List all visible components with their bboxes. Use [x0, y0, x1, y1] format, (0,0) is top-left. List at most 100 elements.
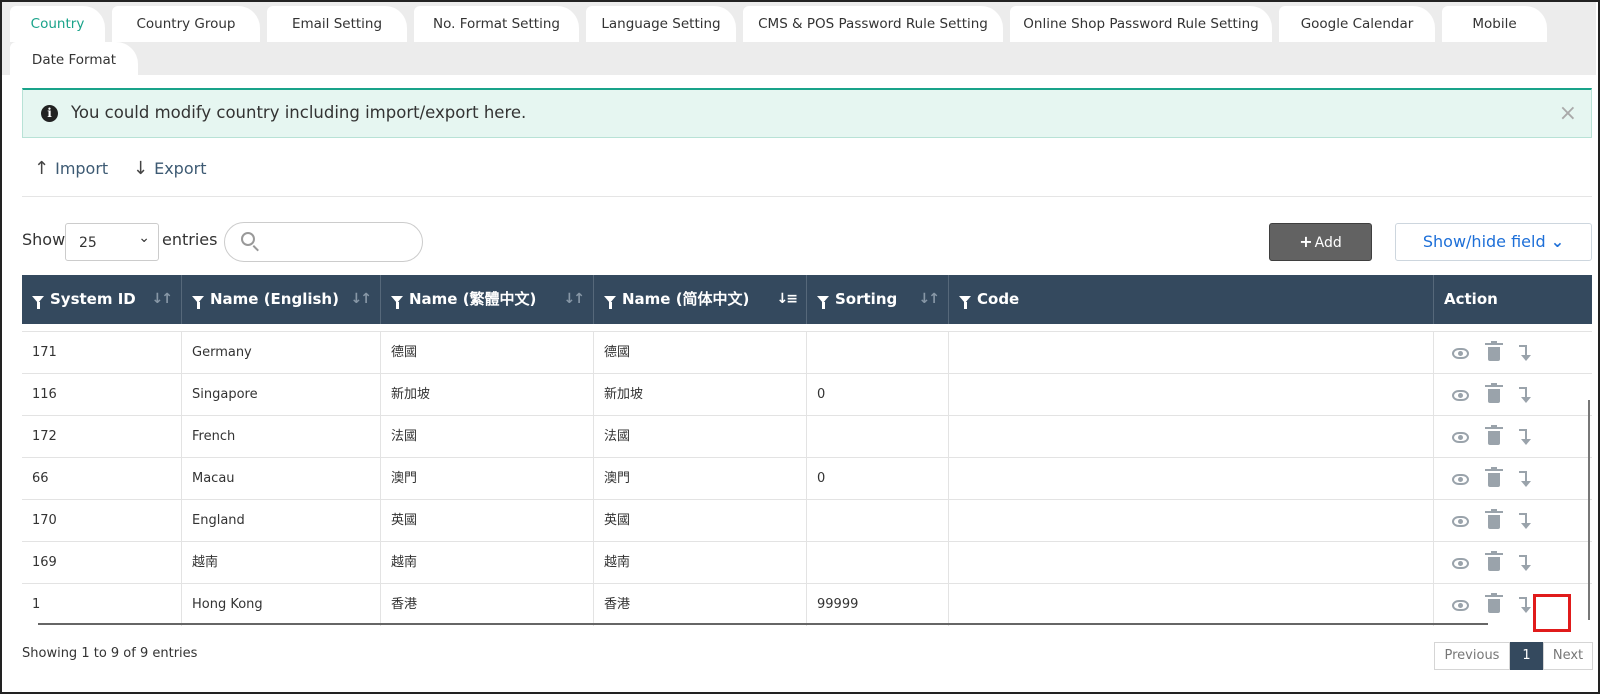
cell-code — [949, 374, 1434, 416]
tab-mobile[interactable]: Mobile — [1442, 6, 1547, 42]
cell-name-traditional: 法國 — [381, 416, 594, 458]
info-icon: i — [41, 105, 58, 122]
cell-name-simplified: 香港 — [594, 584, 807, 626]
filter-icon — [192, 296, 204, 309]
tab-country[interactable]: Country — [10, 6, 105, 42]
search-box[interactable] — [224, 222, 423, 262]
cell-name-simplified: 英國 — [594, 500, 807, 542]
table-row: 66 Macau 澳門 澳門 0 — [22, 458, 1592, 500]
move-down-icon[interactable] — [1519, 512, 1533, 530]
col-name-simplified[interactable]: Name (简体中文) ↓≡ — [594, 275, 807, 324]
trash-icon[interactable] — [1485, 509, 1503, 529]
entries-select[interactable]: 25 ⌄ — [65, 223, 159, 261]
entries-value: 25 — [79, 235, 97, 251]
plus-icon: + — [1299, 232, 1313, 251]
cell-name-english: Hong Kong — [182, 584, 381, 626]
eye-icon[interactable] — [1452, 516, 1469, 527]
sort-icon: ↓↑ — [350, 291, 373, 307]
sort-asc-icon: ↓≡ — [776, 291, 799, 307]
col-name-english[interactable]: Name (English) ↓↑ — [182, 275, 381, 324]
tab-online-shop-password-rule[interactable]: Online Shop Password Rule Setting — [1010, 6, 1272, 42]
cell-code — [949, 416, 1434, 458]
move-down-icon[interactable] — [1519, 596, 1533, 614]
cell-name-traditional: 英國 — [381, 500, 594, 542]
tab-country-group[interactable]: Country Group — [112, 6, 260, 42]
row-actions — [1452, 584, 1552, 626]
trash-icon[interactable] — [1485, 551, 1503, 571]
chevron-down-icon: ⌄ — [138, 230, 150, 246]
col-action: Action — [1444, 290, 1498, 308]
row-actions — [1452, 416, 1552, 458]
eye-icon[interactable] — [1452, 390, 1469, 401]
arrow-down-icon: ↓ — [133, 158, 149, 179]
tab-google-calendar[interactable]: Google Calendar — [1279, 6, 1435, 42]
search-input[interactable] — [267, 231, 417, 253]
cell-sorting: 0 — [807, 374, 949, 416]
eye-icon[interactable] — [1452, 600, 1469, 611]
divider — [22, 196, 1592, 197]
table-row: 170 England 英國 英國 — [22, 500, 1592, 542]
row-actions — [1452, 500, 1552, 542]
move-down-icon[interactable] — [1519, 386, 1533, 404]
move-down-icon[interactable] — [1519, 344, 1533, 362]
eye-icon[interactable] — [1452, 558, 1469, 569]
col-sorting[interactable]: Sorting ↓↑ — [807, 275, 949, 324]
show-label: Show — [22, 230, 66, 249]
table-row: 1 Hong Kong 香港 香港 99999 — [22, 584, 1592, 626]
cell-system-id: 172 — [22, 416, 182, 458]
col-system-id[interactable]: System ID ↓↑ — [22, 275, 182, 324]
close-icon[interactable]: × — [1559, 101, 1577, 126]
next-button[interactable]: Next — [1543, 642, 1593, 670]
filter-icon — [391, 296, 403, 309]
table-info: Showing 1 to 9 of 9 entries — [22, 646, 198, 661]
eye-icon[interactable] — [1452, 432, 1469, 443]
export-label: Export — [154, 159, 207, 178]
trash-icon[interactable] — [1485, 383, 1503, 403]
entries-label: entries — [162, 230, 218, 249]
trash-icon[interactable] — [1485, 425, 1503, 445]
previous-button[interactable]: Previous — [1434, 642, 1510, 670]
tab-cms-pos-password-rule[interactable]: CMS & POS Password Rule Setting — [743, 6, 1003, 42]
cell-code — [949, 584, 1434, 626]
cell-code — [949, 542, 1434, 584]
tab-no-format-setting[interactable]: No. Format Setting — [414, 6, 579, 42]
move-down-icon[interactable] — [1519, 470, 1533, 488]
cell-name-simplified: 德國 — [594, 332, 807, 374]
col-name-traditional[interactable]: Name (繁體中文) ↓↑ — [381, 275, 594, 324]
cell-sorting — [807, 542, 949, 584]
cell-system-id: 170 — [22, 500, 182, 542]
cell-system-id: 1 — [22, 584, 182, 626]
trash-icon[interactable] — [1485, 467, 1503, 487]
filter-icon — [817, 296, 829, 309]
cell-system-id: 169 — [22, 542, 182, 584]
move-down-icon[interactable] — [1519, 554, 1533, 572]
row-actions — [1452, 374, 1552, 416]
trash-icon[interactable] — [1485, 341, 1503, 361]
chevron-down-icon: ⌄ — [1550, 232, 1565, 251]
tab-email-setting[interactable]: Email Setting — [267, 6, 407, 42]
show-hide-field-button[interactable]: Show/hide field ⌄ — [1395, 223, 1592, 261]
vertical-scrollbar[interactable] — [1588, 400, 1590, 620]
col-code[interactable]: Code — [949, 275, 1434, 324]
add-button[interactable]: + Add — [1269, 223, 1372, 261]
horizontal-scrollbar[interactable] — [38, 623, 1488, 625]
page-1-button[interactable]: 1 — [1510, 642, 1543, 670]
import-button[interactable]: ↑ Import — [34, 158, 108, 179]
eye-icon[interactable] — [1452, 348, 1469, 359]
export-button[interactable]: ↓ Export — [133, 158, 206, 179]
cell-sorting: 99999 — [807, 584, 949, 626]
cell-name-english: England — [182, 500, 381, 542]
cell-sorting — [807, 500, 949, 542]
sort-icon: ↓↑ — [151, 291, 174, 307]
eye-icon[interactable] — [1452, 474, 1469, 485]
sort-icon: ↓↑ — [563, 291, 586, 307]
trash-icon[interactable] — [1485, 593, 1503, 613]
cell-name-traditional: 新加坡 — [381, 374, 594, 416]
arrow-up-icon: ↑ — [34, 158, 50, 179]
tab-date-format[interactable]: Date Format — [10, 42, 138, 78]
tab-language-setting[interactable]: Language Setting — [586, 6, 736, 42]
cell-name-traditional: 越南 — [381, 542, 594, 584]
cell-system-id: 66 — [22, 458, 182, 500]
cell-name-traditional: 德國 — [381, 332, 594, 374]
move-down-icon[interactable] — [1519, 428, 1533, 446]
